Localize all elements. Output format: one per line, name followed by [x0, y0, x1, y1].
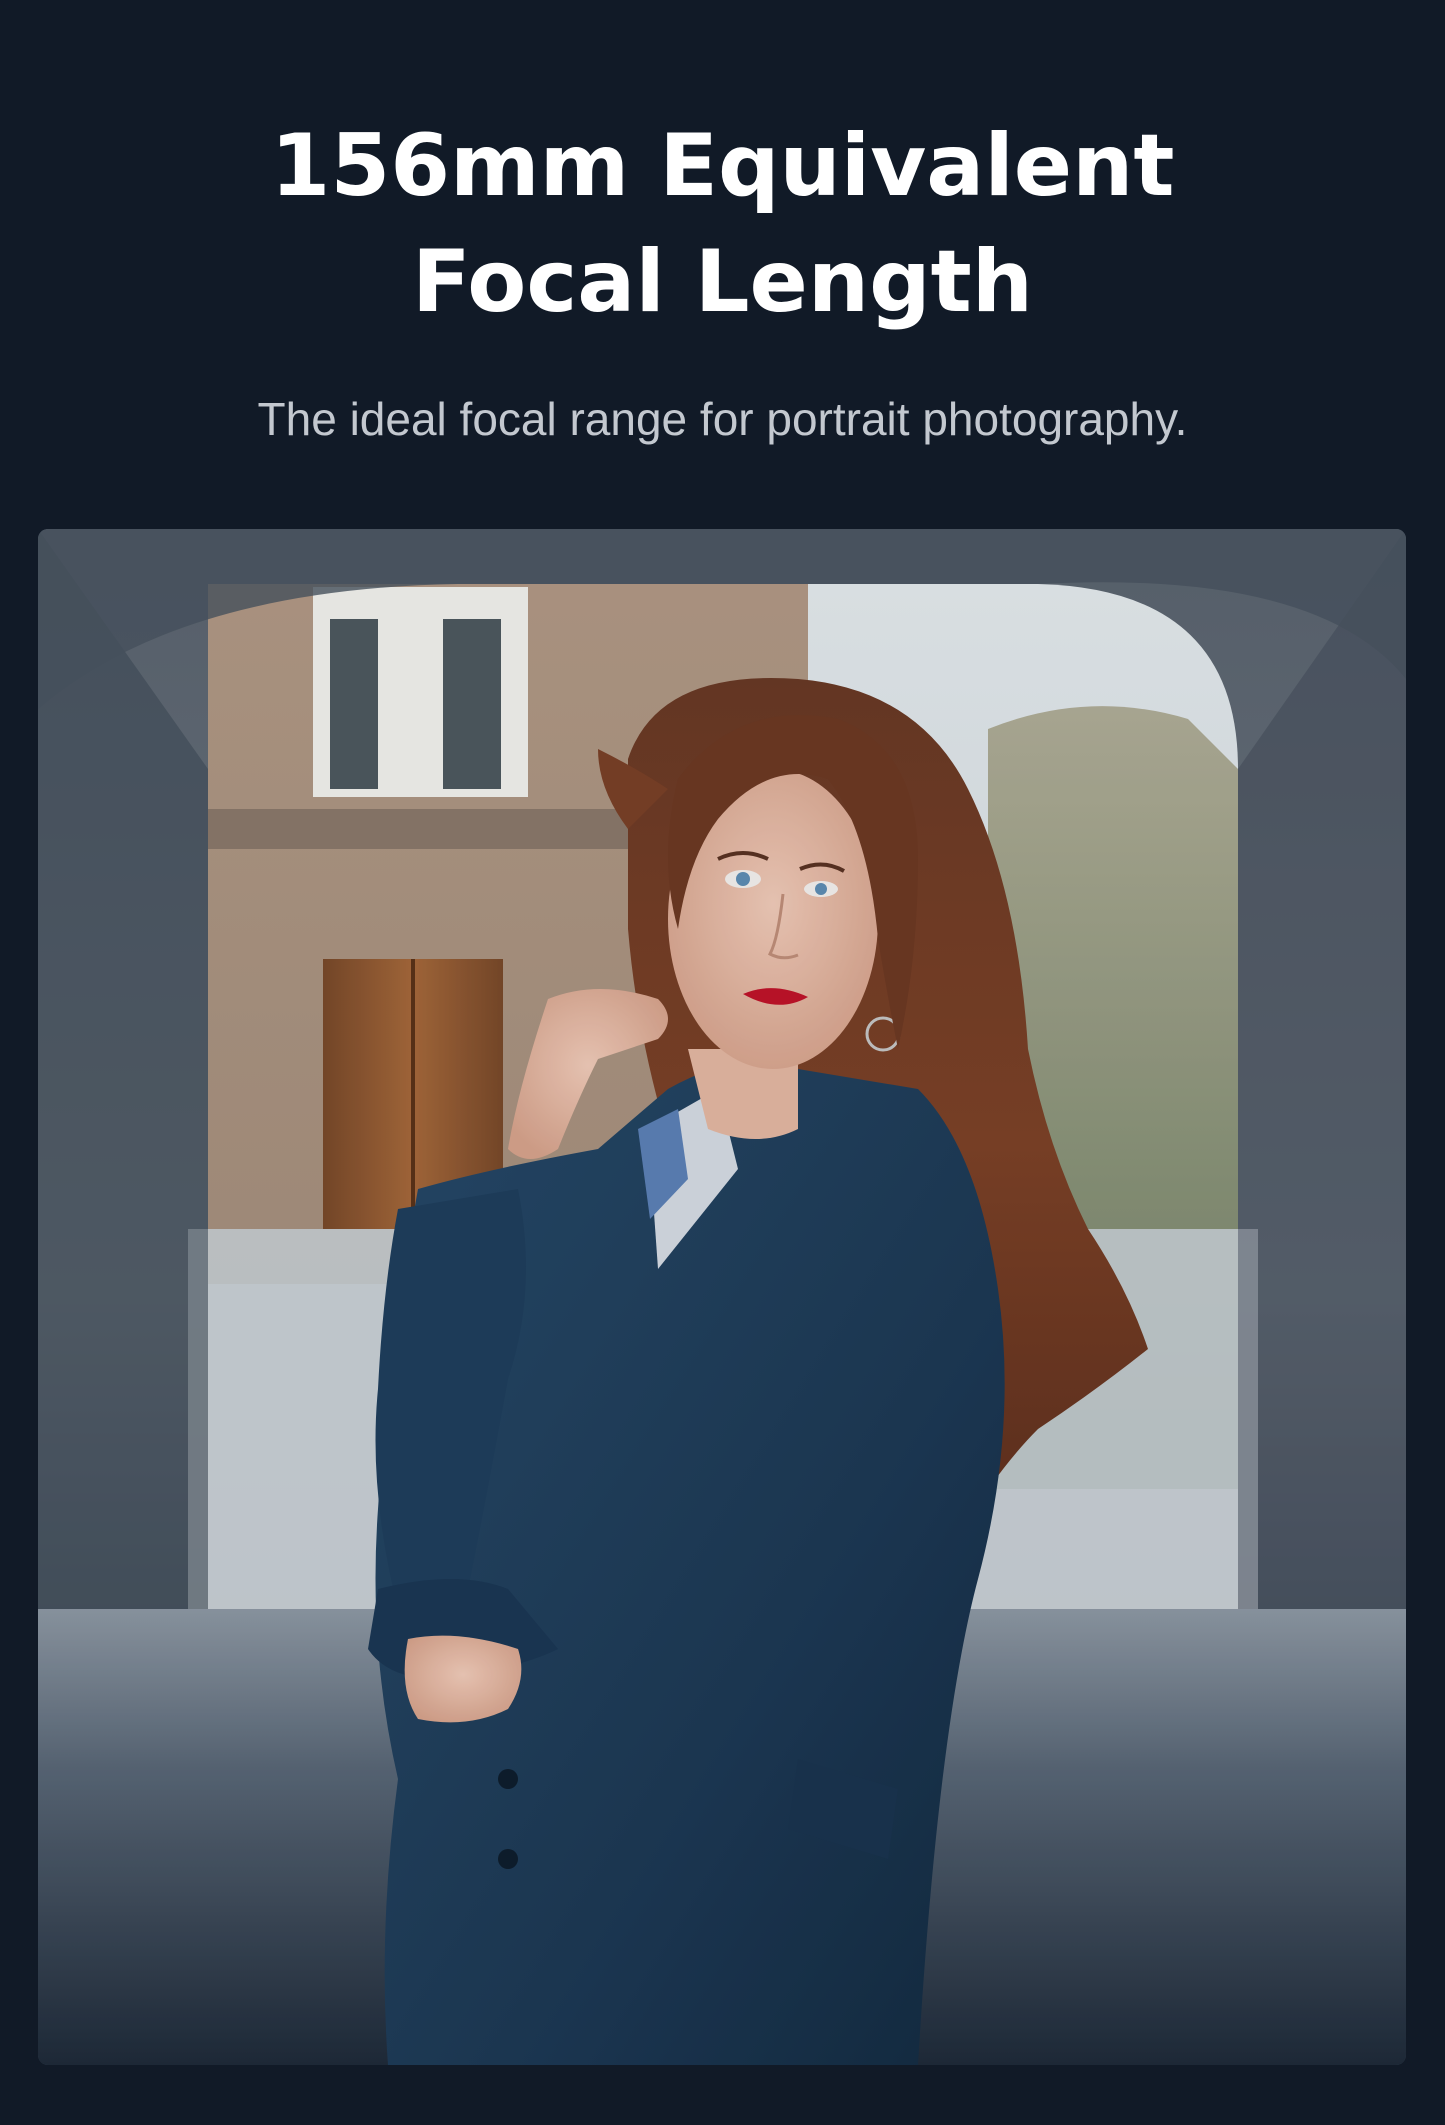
page-title: 156mm Equivalent Focal Length	[0, 108, 1445, 340]
title-line-1: 156mm Equivalent	[270, 116, 1175, 216]
page-subtitle: The ideal focal range for portrait photo…	[257, 393, 1188, 445]
portrait-photo	[38, 529, 1406, 2065]
title-line-2: Focal Length	[411, 232, 1034, 332]
product-feature-page: 156mm Equivalent Focal Length The ideal …	[0, 0, 1445, 2125]
